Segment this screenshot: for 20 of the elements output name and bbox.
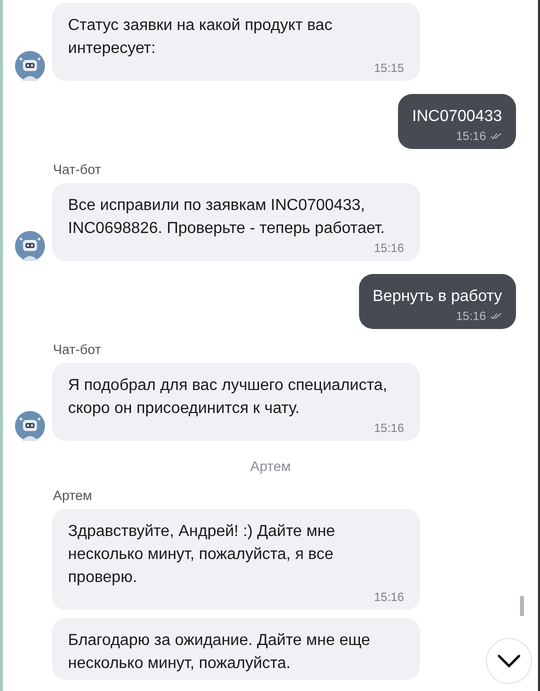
message-time: 15:15 [372,60,404,76]
message-time: 15:16 [456,308,486,324]
message-text: Я подобрал для вас лучшего специалиста, скоро он присоединится к чату. [68,376,388,419]
message-time: 15:16 [372,589,404,605]
sender-name: Чат-бот [53,161,102,179]
system-message: Артем [249,457,292,475]
message-time: 15:16 [456,128,486,144]
sender-name: Чат-бот [53,341,102,359]
scrollbar [520,596,524,616]
message-text: Статус заявки на какой продукт вас интересует: [68,16,334,59]
message-time: 15:16 [372,420,404,436]
message-text: INC0700433 [412,107,502,127]
chevron-down-icon [497,654,521,668]
scroll-down-button[interactable] [486,638,532,684]
message-text: Здравствуйте, Андрей! :) Дайте мне несколько минут, пожалуйста, я все проверю. [68,522,336,588]
message-text: Вернуть в работу [372,287,502,307]
message-text: Благодарю за ожидание. Дайте мне еще несколько минут, пожалуйста. [68,631,372,674]
message-time: 15:16 [372,240,404,256]
message-text: Все исправили по заявкам INC0700433, INC0698826. Проверьте - теперь работает. [68,196,386,239]
sender-name: Артем [53,487,94,505]
